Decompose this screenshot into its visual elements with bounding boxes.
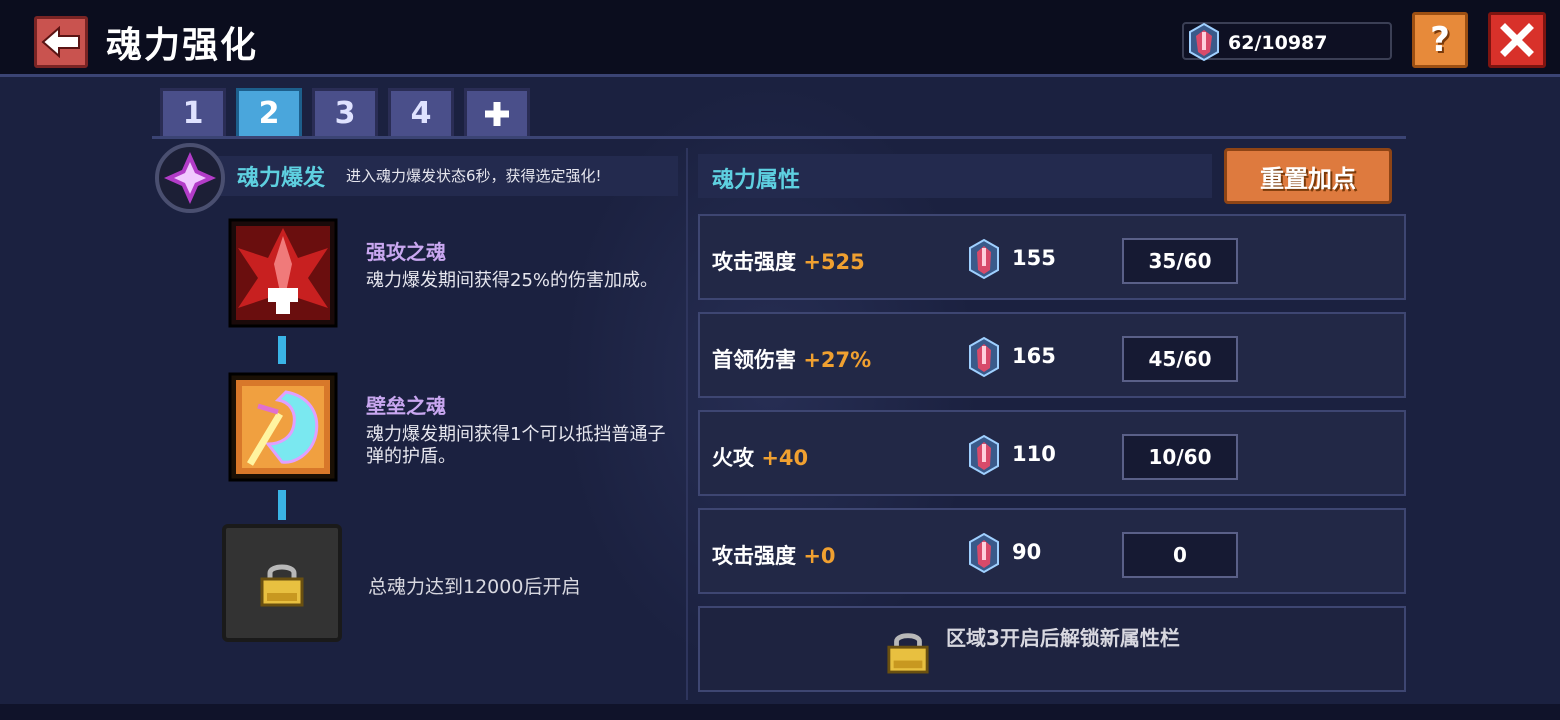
soul-gem-icon — [1189, 22, 1219, 62]
skill-description: 魂力爆发期间获得25%的伤害加成。 — [366, 270, 659, 291]
attribute-row[interactable]: 攻击强度 +0 90 0 — [698, 508, 1406, 594]
bottom-bar — [0, 704, 1560, 720]
attribute-label: 攻击强度 +525 — [712, 250, 865, 274]
attribute-level: 45/60 — [1122, 336, 1238, 382]
tab-3[interactable]: 3 — [312, 88, 378, 136]
skill-description: 魂力爆发期间获得1个可以抵挡普通子弹的护盾。 — [366, 424, 666, 467]
attribute-level: 35/60 — [1122, 238, 1238, 284]
lock-icon — [260, 564, 304, 607]
attribute-row[interactable]: 首领伤害 +27% 165 45/60 — [698, 312, 1406, 398]
page-title: 魂力强化 — [106, 25, 259, 66]
skill-name: 壁垒之魂 — [366, 394, 446, 418]
attribute-label: 首领伤害 +27% — [712, 348, 872, 372]
attribute-label: 攻击强度 +0 — [712, 544, 836, 568]
tab-2[interactable]: 2 — [236, 88, 302, 136]
plus-icon — [485, 101, 509, 126]
tab-add[interactable] — [464, 88, 530, 136]
chain-connector — [278, 490, 286, 520]
soul-gem-icon — [969, 336, 999, 378]
currency-value: 62/10987 — [1228, 32, 1328, 54]
attribute-bonus: +40 — [761, 446, 809, 470]
locked-attribute-text: 区域3开启后解锁新属性栏 — [946, 626, 1180, 650]
attribute-cost: 90 — [1012, 540, 1042, 564]
burst-description: 进入魂力爆发状态6秒，获得选定强化! — [346, 167, 602, 185]
tab-1[interactable]: 1 — [160, 88, 226, 136]
attribute-bonus: +525 — [803, 250, 865, 274]
tab-4[interactable]: 4 — [388, 88, 454, 136]
skill-bulwark[interactable] — [228, 372, 338, 482]
attribute-bonus: +0 — [803, 544, 836, 568]
attribute-row[interactable]: 火攻 +40 110 10/60 — [698, 410, 1406, 496]
attribute-cost: 110 — [1012, 442, 1056, 466]
panel-divider — [686, 148, 688, 700]
top-bar: 魂力强化 62/10987 ? — [0, 0, 1560, 77]
lock-icon — [887, 633, 929, 674]
attribute-bonus: +27% — [803, 348, 872, 372]
reset-points-button[interactable]: 重置加点 — [1224, 148, 1392, 204]
attribute-level: 10/60 — [1122, 434, 1238, 480]
red-winged-soul-icon — [228, 218, 338, 328]
attribute-level: 0 — [1122, 532, 1238, 578]
soul-gem-icon — [969, 238, 999, 280]
attribute-cost: 155 — [1012, 246, 1056, 270]
skill-strong-attack[interactable] — [228, 218, 338, 328]
attribute-label: 火攻 +40 — [712, 446, 809, 470]
help-button[interactable]: ? — [1412, 12, 1468, 68]
soul-currency-display: 62/10987 — [1182, 22, 1392, 62]
soul-burst-icon — [155, 143, 225, 213]
attribute-row[interactable]: 攻击强度 +525 155 35/60 — [698, 214, 1406, 300]
skill-name: 强攻之魂 — [366, 240, 446, 264]
burst-name: 魂力爆发 — [237, 166, 326, 191]
attributes-title: 魂力属性 — [712, 168, 801, 193]
soul-gem-icon — [969, 532, 999, 574]
chain-connector — [278, 336, 286, 364]
locked-skill-slot[interactable] — [222, 524, 342, 642]
soul-gem-icon — [969, 434, 999, 476]
locked-attribute-row: 区域3开启后解锁新属性栏 — [698, 606, 1406, 692]
close-button[interactable] — [1488, 12, 1546, 68]
arrow-left-icon — [41, 26, 80, 58]
back-button[interactable] — [34, 16, 88, 68]
locked-skill-text: 总魂力达到12000后开启 — [368, 576, 581, 598]
attribute-cost: 165 — [1012, 344, 1056, 368]
shield-soul-icon — [228, 372, 338, 482]
tab-underline — [152, 136, 1406, 139]
close-icon — [1500, 23, 1534, 57]
